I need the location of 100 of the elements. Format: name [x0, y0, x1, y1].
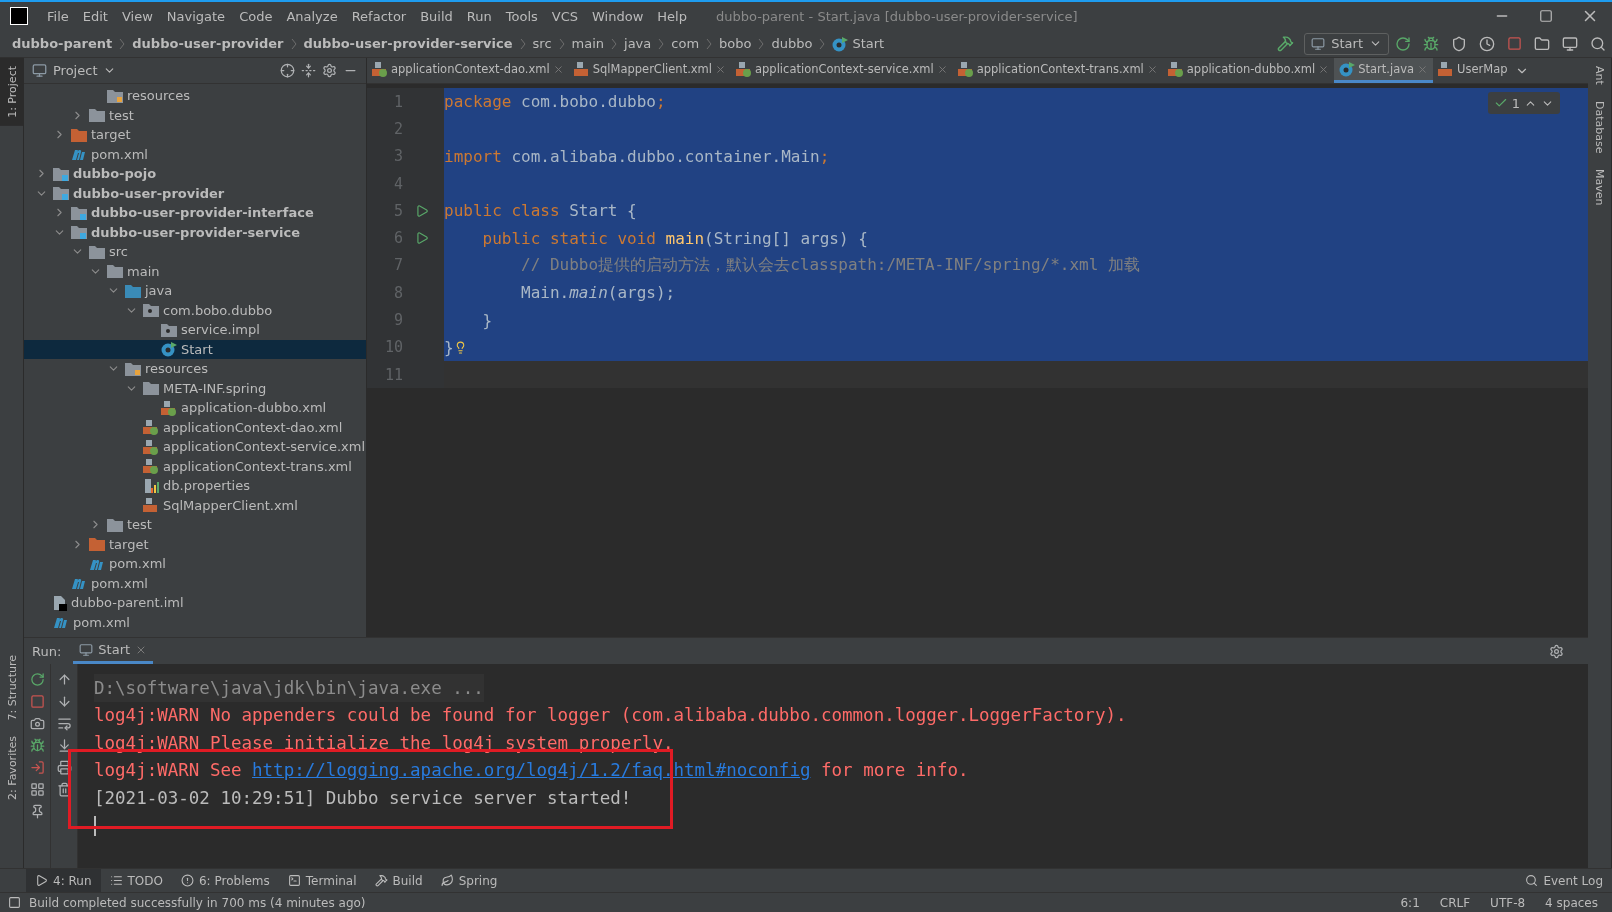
tree-item[interactable]: META-INF.spring: [24, 378, 366, 398]
debug-icon[interactable]: [1423, 35, 1439, 52]
tree-item[interactable]: dubbo-parent.iml: [24, 593, 366, 613]
favorites-tool-tab[interactable]: 2: Favorites: [0, 728, 24, 808]
tree-item[interactable]: pom.xml: [24, 612, 366, 632]
run-icon[interactable]: [415, 203, 429, 218]
camera-icon[interactable]: [29, 716, 45, 731]
search-icon[interactable]: [1525, 874, 1539, 887]
tree-item[interactable]: dubbo-user-provider-service: [24, 222, 366, 242]
coverage-icon[interactable]: [1451, 35, 1467, 52]
project-view-selector[interactable]: Project: [53, 63, 98, 78]
breadcrumb[interactable]: main: [571, 36, 605, 51]
play-icon[interactable]: [35, 874, 48, 887]
collapse-icon[interactable]: [301, 63, 316, 78]
breadcrumb[interactable]: com: [671, 36, 700, 51]
folder-icon[interactable]: [1534, 35, 1550, 52]
debug-icon[interactable]: [29, 738, 45, 753]
menu-item[interactable]: Help: [650, 8, 694, 24]
tree-item[interactable]: Start: [24, 339, 366, 359]
profile-icon[interactable]: [1479, 35, 1495, 52]
settings-icon[interactable]: [1549, 643, 1564, 659]
tree-item[interactable]: db.properties: [24, 476, 366, 496]
menu-item[interactable]: Window: [585, 8, 651, 24]
status-item[interactable]: 6:1: [1394, 895, 1426, 910]
tree-item[interactable]: test: [24, 105, 366, 125]
soft-wrap-icon[interactable]: [56, 716, 72, 731]
menu-item[interactable]: Refactor: [344, 8, 414, 24]
tree-item[interactable]: applicationContext-trans.xml: [24, 456, 366, 476]
tool-window-tab[interactable]: TODO: [100, 868, 172, 893]
tree-item[interactable]: dubbo-user-provider: [24, 183, 366, 203]
window-icon[interactable]: [79, 642, 94, 657]
terminal-icon[interactable]: [287, 874, 301, 887]
tree-item[interactable]: SqlMapperClient.xml: [24, 495, 366, 515]
tool-window-tab[interactable]: 4: Run: [26, 868, 101, 893]
down-arrow-icon[interactable]: [56, 694, 72, 709]
breadcrumb[interactable]: dubbo: [771, 36, 813, 51]
search-icon[interactable]: [1590, 35, 1606, 52]
tool-window-tab[interactable]: Maven: [1593, 161, 1606, 214]
menu-item[interactable]: Run: [459, 8, 499, 24]
menu-item[interactable]: View: [114, 8, 160, 24]
tree-item[interactable]: pom.xml: [24, 573, 366, 593]
breadcrumb[interactable]: java: [624, 36, 652, 51]
breadcrumb[interactable]: bobo: [719, 36, 752, 51]
breadcrumb[interactable]: dubbo-user-provider: [132, 36, 284, 51]
pin-icon[interactable]: [29, 804, 45, 819]
tool-window-tab[interactable]: Ant: [1593, 58, 1606, 93]
run-icon[interactable]: [415, 231, 429, 246]
tree-item[interactable]: src: [24, 242, 366, 262]
locate-icon[interactable]: [280, 63, 295, 78]
tree-item[interactable]: applicationContext-service.xml: [24, 437, 366, 457]
layout-icon[interactable]: [29, 782, 45, 797]
tool-window-tab[interactable]: Terminal: [278, 868, 366, 893]
menu-item[interactable]: Analyze: [279, 8, 345, 24]
run-config-dropdown[interactable]: Start: [1304, 32, 1389, 55]
menu-item[interactable]: Build: [413, 8, 460, 24]
up-arrow-icon[interactable]: [56, 672, 72, 687]
event-log-tab[interactable]: Event Log: [1516, 868, 1612, 893]
close-icon[interactable]: [552, 63, 564, 75]
structure-tool-tab[interactable]: 7: Structure: [0, 646, 24, 729]
settings-icon[interactable]: [322, 63, 337, 78]
exit-icon[interactable]: [29, 760, 45, 775]
tree-item[interactable]: resources: [24, 86, 366, 106]
menu-item[interactable]: VCS: [544, 8, 586, 24]
project-tool-tab[interactable]: 1: Project: [0, 58, 24, 126]
status-item[interactable]: CRLF: [1433, 895, 1477, 910]
close-icon[interactable]: [715, 63, 726, 75]
tree-item[interactable]: applicationContext-dao.xml: [24, 417, 366, 437]
tree-item[interactable]: test: [24, 515, 366, 535]
terminal-icon[interactable]: [1562, 35, 1578, 52]
window-icon[interactable]: [1311, 36, 1326, 51]
breadcrumb[interactable]: dubbo-parent: [12, 36, 113, 51]
menu-item[interactable]: Edit: [75, 8, 115, 24]
tree-item[interactable]: main: [24, 261, 366, 281]
list-icon[interactable]: [109, 874, 123, 887]
leaf-icon[interactable]: [440, 874, 454, 887]
editor-tab[interactable]: Start.java: [1334, 58, 1434, 83]
close-icon[interactable]: [1146, 63, 1158, 75]
breadcrumb[interactable]: src: [532, 36, 552, 51]
menu-item[interactable]: File: [40, 8, 76, 24]
tree-item[interactable]: resources: [24, 359, 366, 379]
tool-window-tab[interactable]: Database: [1593, 92, 1606, 162]
status-item[interactable]: UTF-8: [1484, 895, 1532, 910]
close-icon[interactable]: [1318, 63, 1330, 75]
rerun-icon[interactable]: [29, 672, 45, 687]
close-icon[interactable]: [936, 63, 948, 75]
build-icon[interactable]: [1277, 35, 1295, 52]
hammer-icon[interactable]: [374, 874, 388, 887]
tree-item[interactable]: java: [24, 281, 366, 301]
tool-window-tab[interactable]: Build: [365, 868, 432, 893]
breadcrumb[interactable]: dubbo-user-provider-service: [303, 36, 513, 51]
tree-item[interactable]: application-dubbo.xml: [24, 398, 366, 418]
tool-window-tab[interactable]: Spring: [431, 868, 507, 893]
tree-item[interactable]: target: [24, 125, 366, 145]
status-item[interactable]: 4 spaces: [1539, 895, 1604, 910]
tree-item[interactable]: service.impl: [24, 320, 366, 340]
menu-item[interactable]: Code: [232, 8, 280, 24]
panel-toggle-icon[interactable]: [8, 896, 21, 909]
menu-item[interactable]: Tools: [498, 8, 545, 24]
tool-window-tab[interactable]: 6: Problems: [172, 868, 279, 893]
tree-item[interactable]: pom.xml: [24, 554, 366, 574]
